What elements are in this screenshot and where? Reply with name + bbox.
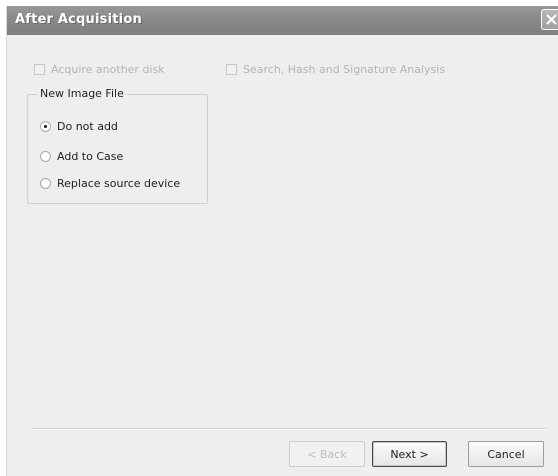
search-hash-signature-checkbox[interactable]: Search, Hash and Signature Analysis: [226, 62, 445, 76]
radio-replace-source-device[interactable]: Replace source device: [40, 176, 180, 190]
checkbox-box[interactable]: [34, 63, 45, 75]
radio-button-selected[interactable]: [40, 120, 51, 132]
acquire-another-disk-label: Acquire another disk: [51, 62, 165, 76]
dialog-window: After Acquisition: [6, 6, 558, 476]
back-button[interactable]: < Back: [289, 441, 365, 467]
back-button-label: < Back: [307, 447, 347, 461]
radio-label: Do not add: [57, 119, 118, 133]
next-button-label: Next >: [390, 447, 429, 461]
window-title: After Acquisition: [15, 12, 142, 27]
radio-button[interactable]: [40, 150, 51, 162]
close-button[interactable]: [541, 9, 558, 30]
cancel-button-label: Cancel: [487, 447, 525, 461]
acquire-another-disk-checkbox[interactable]: Acquire another disk: [34, 62, 165, 76]
close-icon: [546, 14, 557, 25]
new-image-file-legend: New Image File: [37, 87, 127, 100]
radio-add-to-case[interactable]: Add to Case: [40, 149, 123, 163]
radio-label: Add to Case: [57, 149, 124, 163]
checkbox-box[interactable]: [226, 63, 237, 75]
cancel-button[interactable]: Cancel: [468, 441, 544, 467]
footer-divider: [31, 428, 546, 430]
radio-button[interactable]: [40, 177, 51, 189]
radio-do-not-add[interactable]: Do not add: [40, 119, 118, 133]
search-hash-signature-label: Search, Hash and Signature Analysis: [243, 62, 446, 76]
radio-label: Replace source device: [57, 176, 181, 190]
next-button[interactable]: Next >: [372, 441, 447, 467]
title-bar[interactable]: After Acquisition: [7, 6, 558, 35]
